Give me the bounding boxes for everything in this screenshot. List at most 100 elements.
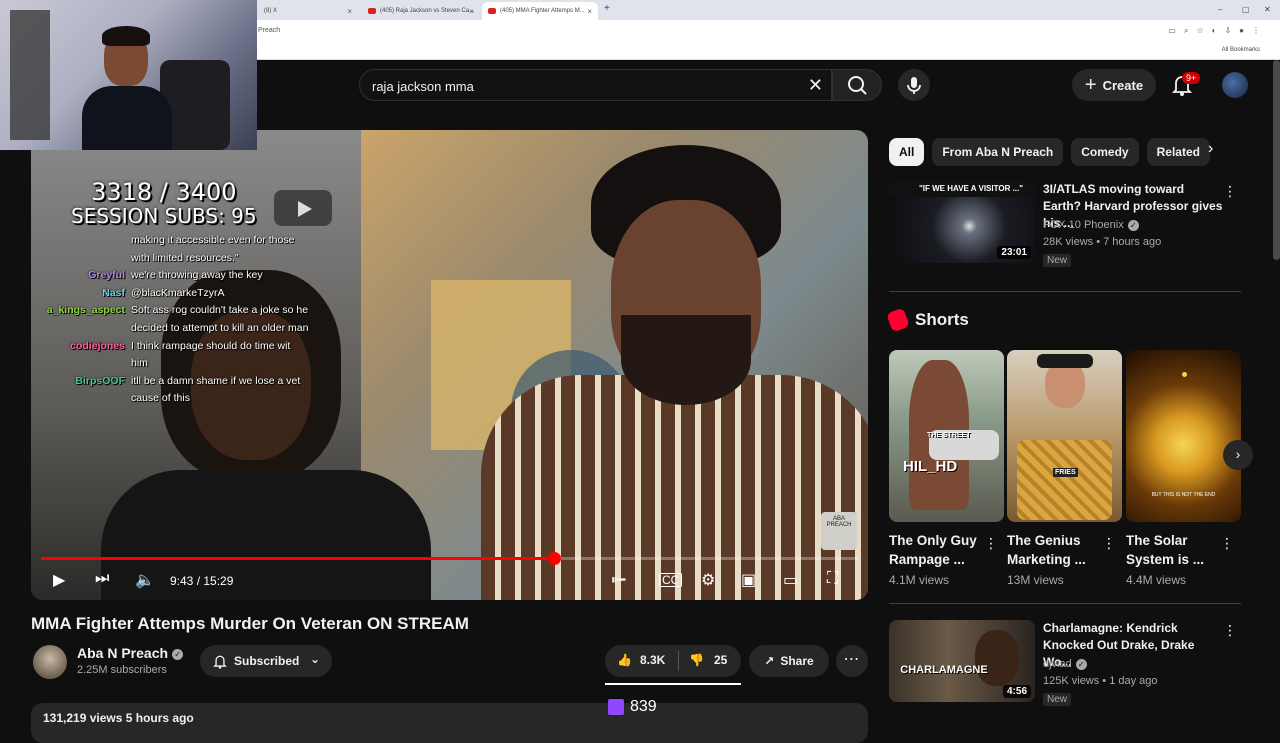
close-tab-icon[interactable]: × xyxy=(347,7,352,16)
menu-kebab-icon[interactable]: ⋮ xyxy=(1252,26,1260,36)
chevron-down-icon: ⌄ xyxy=(309,652,320,666)
all-bookmarks-link[interactable]: All Bookmarks xyxy=(1222,47,1260,53)
video-thumbnail[interactable]: "IF WE HAVE A VISITOR ..." 23:01 xyxy=(889,181,1035,263)
chat-message: Greyful we're throwing away the key xyxy=(31,267,361,285)
create-button[interactable]: + Create xyxy=(1072,69,1156,101)
chat-message: BirpsOOF itll be a damn shame if we lose … xyxy=(31,373,361,391)
tab-label: (8) X xyxy=(264,8,278,14)
close-window-icon[interactable]: ✕ xyxy=(1264,5,1271,14)
search-box: ✕ xyxy=(359,69,832,101)
description-box[interactable]: 131,219 views 5 hours ago xyxy=(31,703,868,743)
verified-check-icon: ✓ xyxy=(172,648,184,660)
like-divider xyxy=(678,651,679,671)
close-tab-icon[interactable]: × xyxy=(469,7,474,16)
profile-icon[interactable]: ● xyxy=(1239,26,1244,36)
video-player[interactable]: 3318 / 3400 SESSION SUBS: 95 making it a… xyxy=(31,130,868,600)
autoplay-toggle-icon[interactable]: ⏸━ xyxy=(611,572,625,588)
new-tab-button[interactable]: + xyxy=(604,3,610,14)
browser-tab[interactable]: (8) X × xyxy=(258,2,358,20)
chat-message: decided to attempt to kill an older man xyxy=(31,320,361,338)
chip-comedy[interactable]: Comedy xyxy=(1071,138,1139,166)
fullscreen-icon[interactable]: ⛶ xyxy=(827,570,838,588)
browser-tab[interactable]: (405) Raja Jackson vs Steven Ca... × xyxy=(362,2,480,20)
chip-related[interactable]: Related xyxy=(1146,138,1210,166)
recommended-video[interactable]: CHARLAMAGNE 4:56 Charlamagne: Kendrick K… xyxy=(889,620,1241,714)
minimize-icon[interactable]: – xyxy=(1218,5,1222,14)
close-tab-icon[interactable]: × xyxy=(587,7,592,16)
rec-channel[interactable]: djvlad ✓ xyxy=(1043,658,1087,670)
clear-search-icon[interactable]: ✕ xyxy=(808,76,823,94)
session-subs-text: SESSION SUBS: 95 xyxy=(71,204,257,228)
page-scrollbar[interactable] xyxy=(1273,60,1280,260)
short-thumbnail[interactable]: FRIES xyxy=(1007,350,1122,522)
zoom-icon[interactable]: ⌕ xyxy=(1184,26,1188,36)
browser-tab-active[interactable]: (405) MMA Fighter Attemps M... × xyxy=(482,2,598,20)
search-button[interactable] xyxy=(832,69,882,101)
search-input[interactable] xyxy=(372,76,792,96)
short-title[interactable]: The Solar System is ... xyxy=(1126,531,1226,569)
short-overlay-hil: HIL_HD xyxy=(903,458,958,475)
settings-gear-icon[interactable]: ⚙ xyxy=(701,570,715,590)
maximize-icon[interactable]: ▢ xyxy=(1242,5,1250,14)
thumbnail-caption: "IF WE HAVE A VISITOR ..." xyxy=(889,181,1035,197)
more-actions-button[interactable]: ⋯ xyxy=(836,645,868,677)
miniplayer-icon[interactable]: ▣ xyxy=(741,570,756,590)
more-options-icon[interactable]: ⋮ xyxy=(1220,535,1234,552)
screen-icon[interactable]: ▭ xyxy=(1168,26,1176,36)
rec-channel[interactable]: FOX 10 Phoenix ✓ xyxy=(1043,219,1139,231)
chat-text: with limited resources." xyxy=(131,251,239,264)
short-title[interactable]: The Genius Marketing ... xyxy=(1007,531,1107,569)
views-line: 131,219 views 5 hours ago xyxy=(43,711,194,725)
more-options-icon[interactable]: ⋮ xyxy=(984,535,998,552)
like-button[interactable]: 👍 8.3K xyxy=(617,653,665,667)
more-options-icon[interactable]: ⋮ xyxy=(1223,183,1237,200)
short-thumbnail[interactable]: THE STREET HIL_HD xyxy=(889,350,1004,522)
section-divider xyxy=(889,291,1241,292)
short-views: 4.1M views xyxy=(889,573,950,587)
chat-message: him xyxy=(31,355,361,373)
chat-message: Nasf @blacKmarkeTzyrA xyxy=(31,285,361,303)
webcam-person xyxy=(82,26,172,150)
account-avatar[interactable] xyxy=(1222,72,1248,98)
extension-icon[interactable]: ◐ xyxy=(1212,26,1217,36)
captions-icon[interactable]: CC xyxy=(659,573,683,587)
bookmark-star-icon[interactable]: ☆ xyxy=(1196,26,1203,36)
share-button[interactable]: ↗ Share xyxy=(749,645,829,677)
progress-bar[interactable] xyxy=(41,552,858,565)
subscribed-button[interactable]: Subscribed ⌄ xyxy=(200,645,332,677)
plus-icon: + xyxy=(1084,74,1097,96)
download-icon[interactable]: ⇩ xyxy=(1224,26,1231,36)
dislike-button[interactable]: 👎 25 xyxy=(689,653,727,667)
volume-icon[interactable]: 🔈 xyxy=(135,570,155,590)
short-thumbnail[interactable]: BUT THIS IS NOT THE END xyxy=(1126,350,1241,522)
more-options-icon[interactable]: ⋮ xyxy=(1102,535,1116,552)
next-icon[interactable]: ⏭ xyxy=(95,570,109,588)
streamer-webcam xyxy=(0,0,257,150)
chip-from-channel[interactable]: From Aba N Preach xyxy=(932,138,1064,166)
chevron-right-icon[interactable]: › xyxy=(1208,140,1213,158)
chat-username: Nasf xyxy=(102,286,125,299)
play-icon[interactable]: ▶ xyxy=(53,570,65,590)
voice-search-button[interactable] xyxy=(898,69,930,101)
dislike-count: 25 xyxy=(713,653,728,667)
chat-text: Soft ass rog couldn't take a joke so he xyxy=(131,304,309,317)
channel-avatar[interactable] xyxy=(33,645,67,679)
player-controls: ▶ ⏭ 🔈 9:43 / 15:29 ⏸━ CC ⚙ ▣ ▭ ⛶ xyxy=(31,566,868,600)
chip-all[interactable]: All xyxy=(889,138,925,166)
chat-username xyxy=(31,390,131,408)
theater-mode-icon[interactable]: ▭ xyxy=(783,570,798,590)
channel-watermark[interactable]: ABA PREACH xyxy=(821,512,857,550)
short-views: 4.4M views xyxy=(1126,573,1187,587)
subscribed-label: Subscribed xyxy=(234,654,300,668)
shorts-next-button[interactable]: › xyxy=(1223,440,1253,470)
channel-name[interactable]: Aba N Preach ✓ xyxy=(77,645,184,661)
channel-name-text[interactable]: Aba N Preach xyxy=(77,645,168,661)
recommended-video[interactable]: "IF WE HAVE A VISITOR ..." 23:01 3I/ATLA… xyxy=(889,181,1241,275)
progress-scrubber[interactable] xyxy=(547,552,561,565)
like-count: 8.3K xyxy=(639,653,666,667)
notification-count-badge: 9+ xyxy=(1182,72,1201,84)
browser-toolbar-icons: ▭ ⌕ ☆ ◐ ⇩ ● ⋮ xyxy=(1168,26,1260,36)
video-thumbnail[interactable]: CHARLAMAGNE 4:56 xyxy=(889,620,1035,702)
short-title[interactable]: The Only Guy Rampage ... xyxy=(889,531,989,569)
more-options-icon[interactable]: ⋮ xyxy=(1223,622,1237,639)
